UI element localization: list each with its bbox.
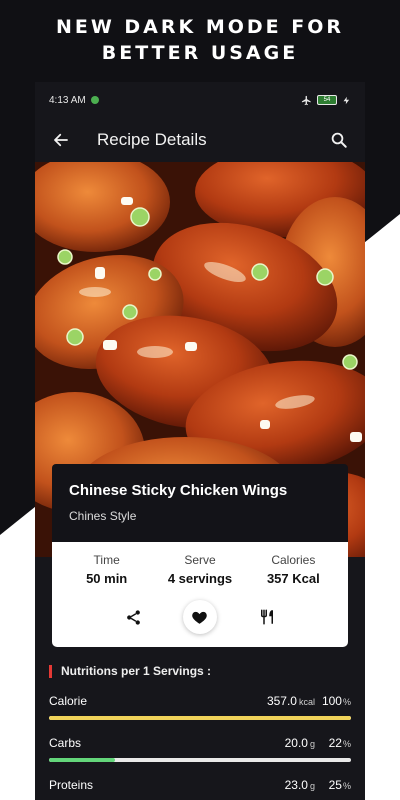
stat-value: 50 min [86,571,128,586]
stat-label: Calories [271,553,316,567]
status-time: 4:13 AM [49,94,86,106]
search-icon [331,132,347,148]
nutrient-progress-track [49,716,351,720]
charging-icon [343,96,350,104]
nutrition-row: Calorie 357.0 kcal 100% [49,694,351,720]
battery-icon: 54 [317,95,337,105]
stat-time: Time 50 min [60,553,152,586]
recipe-subtitle: Chines Style [69,509,137,523]
nutrient-progress-fill [49,716,351,720]
stat-value: 357 Kcal [266,571,320,586]
stat-serve: Serve 4 servings [154,553,246,586]
status-bar: 4:13 AM 54 [35,82,365,118]
nutrient-percent: 25% [328,778,351,792]
nutrient-percent: 22% [328,736,351,750]
recipe-card-header: Chinese Sticky Chicken Wings Chines Styl… [52,464,348,542]
nutrition-heading: Nutritions per 1 Servings : [49,664,351,678]
nutrient-name: Proteins [49,778,94,792]
promo-line-1: NEW DARK MODE FOR [55,16,345,38]
nutrition-row: Proteins 23.0 g 25% [49,778,351,800]
recipe-card-body: Time 50 min Serve 4 servings Calories 35… [52,542,348,647]
nutrient-name: Carbs [49,736,82,750]
heart-icon [192,611,208,624]
nutrient-amount: 23.0 g [284,778,315,792]
cook-mode-button[interactable] [250,600,284,634]
arrow-left-icon [54,133,68,147]
nutrient-progress-track [49,758,351,762]
nutrition-row: Carbs 20.0 g 22% [49,736,351,762]
page-title: Recipe Details [97,130,207,149]
nutrient-progress-fill [49,758,116,762]
stat-label: Serve [184,553,216,567]
stat-label: Time [93,553,120,567]
notification-dot-icon [90,96,99,104]
nutrient-amount: 20.0 g [284,736,315,750]
section-marker [49,664,52,678]
promo-line-2: BETTER USAGE [101,42,299,64]
stat-calories: Calories 357 Kcal [247,553,339,586]
nutrient-name: Calorie [49,694,88,708]
nutrition-heading-text: Nutritions per 1 Servings : [61,664,212,678]
recipe-actions [52,600,348,634]
recipe-stats: Time 50 min Serve 4 servings Calories 35… [52,553,348,586]
search-button[interactable] [325,126,353,154]
stat-value: 4 servings [167,571,233,586]
app-bar: Recipe Details [35,118,365,162]
nutrient-percent: 100% [321,694,351,708]
recipe-card: Chinese Sticky Chicken Wings Chines Styl… [52,464,348,647]
favorite-button[interactable] [182,600,217,634]
promo-headline: NEW DARK MODE FOR BETTER USAGE [0,14,400,66]
nutrient-amount: 357.0 kcal [266,694,315,708]
fork-knife-icon [260,609,273,625]
recipe-title: Chinese Sticky Chicken Wings [69,482,288,499]
nutrition-section: Nutritions per 1 Servings : Calorie 357.… [35,664,365,800]
share-button[interactable] [116,600,150,634]
share-icon [126,609,140,625]
phone-screen: 4:13 AM 54 Recipe Details Chinese Sticky… [35,82,365,800]
airplane-icon [301,95,311,105]
back-button[interactable] [47,126,75,154]
